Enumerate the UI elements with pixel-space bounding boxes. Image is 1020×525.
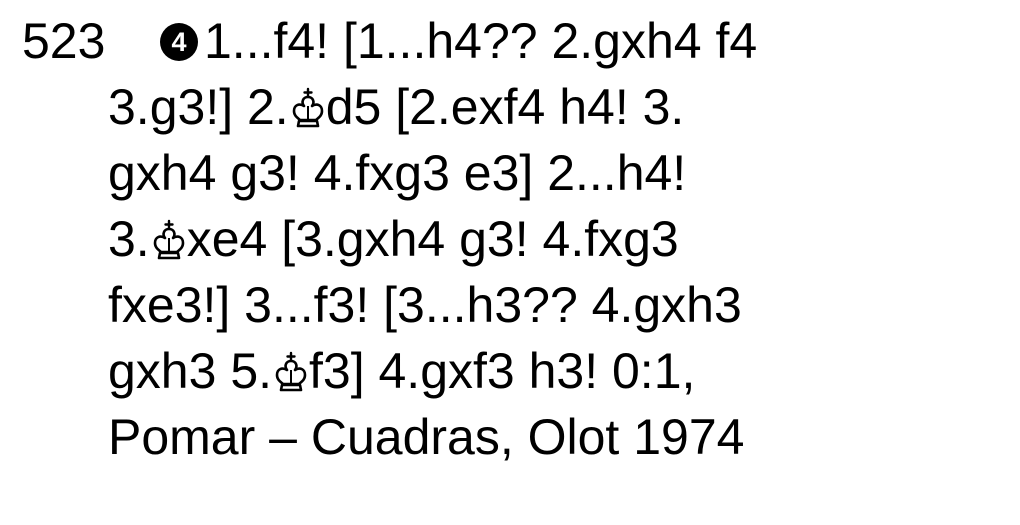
- first-move-text: 1...f4! [1...h4?? 2.gxh4 f4: [204, 13, 758, 69]
- line-4-suffix: xe4 [3.gxh4 g3! 4.fxg3: [186, 211, 679, 267]
- problem-number: 523: [22, 13, 106, 69]
- white-king-icon: [274, 351, 308, 393]
- chess-solution-text: 523 4 1...f4! [1...h4?? 2.gxh4 f4 3.g3!]…: [0, 0, 1020, 525]
- line-4-prefix: 3.: [108, 211, 150, 267]
- line-3-content: gxh4 g3! 4.fxg3 e3] 2...h4!: [108, 145, 687, 201]
- line-4-content: 3. xe4 [3.gxh4 g3! 4.fxg3: [108, 208, 679, 270]
- numbered-circle-marker: 4: [160, 23, 198, 61]
- line-6-prefix: gxh3 5.: [108, 343, 273, 399]
- white-king-icon: [291, 87, 325, 129]
- white-king-icon: [152, 219, 186, 261]
- game-source-credit: Pomar – Cuadras, Olot 1974: [108, 409, 745, 465]
- line-2-prefix: 3.g3!] 2.: [108, 79, 289, 135]
- line-6-suffix: f3] 4.gxf3 h3! 0:1,: [309, 343, 696, 399]
- line-2-content: 3.g3!] 2. d5 [2.exf4 h4! 3.: [108, 76, 684, 138]
- line-6-content: gxh3 5. f3] 4.gxf3 h3! 0:1,: [108, 340, 695, 402]
- line-5-content: fxe3!] 3...f3! [3...h3?? 4.gxh3: [108, 277, 742, 333]
- line-2-suffix: d5 [2.exf4 h4! 3.: [325, 79, 685, 135]
